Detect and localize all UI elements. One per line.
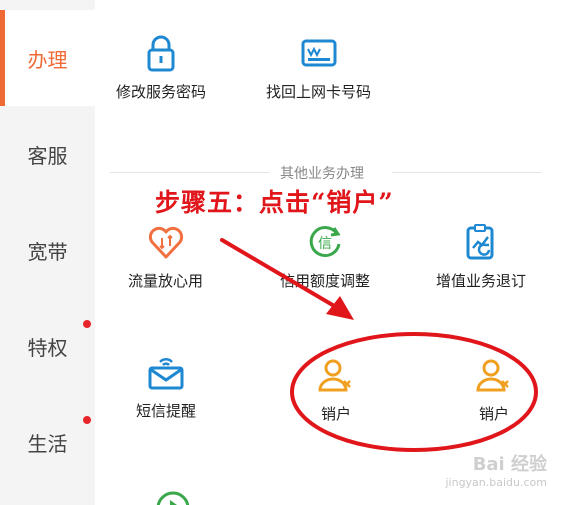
step-instruction: 步骤五：点击“销户”: [155, 188, 394, 217]
watermark: Bai 经验 jingyan.baidu.com: [445, 450, 547, 489]
annotation-overlay: [220, 238, 538, 452]
annotation-circle: [290, 332, 538, 452]
annotation-arrowhead: [326, 296, 354, 320]
watermark-brand: Bai 经验: [472, 454, 547, 475]
annotation-arrow: [220, 238, 338, 309]
watermark-url: jingyan.baidu.com: [445, 476, 547, 489]
